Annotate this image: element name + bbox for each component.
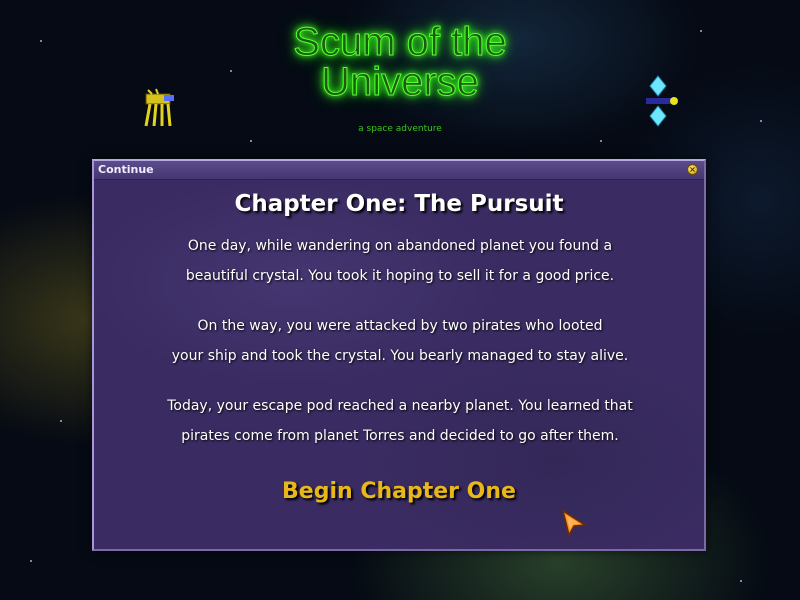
mouse-pointer-icon: [561, 509, 588, 538]
game-title-line1: Scum of the: [293, 20, 507, 64]
game-subtitle: a space adventure: [358, 124, 442, 134]
story-line: One day, while wandering on abandoned pl…: [187, 238, 613, 254]
story-line: Today, your escape pod reached a nearby …: [167, 398, 633, 414]
story-line: beautiful crystal. You took it hoping to…: [185, 268, 615, 284]
story-paragraph-3: Today, your escape pod reached a nearby …: [110, 391, 690, 451]
chapter-title: Chapter One: The Pursuit: [234, 191, 564, 217]
begin-chapter-button[interactable]: Begin Chapter One: [94, 479, 704, 504]
story-paragraph-1: One day, while wandering on abandoned pl…: [110, 231, 690, 291]
story-paragraph-2: On the way, you were attacked by two pir…: [110, 311, 690, 371]
crystal-ship-icon: [640, 74, 684, 134]
close-icon: ×: [689, 165, 696, 174]
dialog-title: Continue: [98, 163, 154, 176]
walker-robot-icon: [138, 86, 182, 132]
story-line: pirates come from planet Torres and deci…: [181, 428, 619, 444]
dialog-titlebar: Continue ×: [94, 161, 704, 180]
game-title: Scum of the Universe: [250, 20, 550, 104]
story-line: On the way, you were attacked by two pir…: [197, 318, 603, 334]
chapter-dialog: Continue × Chapter One: The Pursuit One …: [92, 159, 706, 551]
game-title-line2: Universe: [321, 60, 480, 104]
close-button[interactable]: ×: [687, 164, 698, 175]
story-line: your ship and took the crystal. You bear…: [171, 348, 629, 364]
